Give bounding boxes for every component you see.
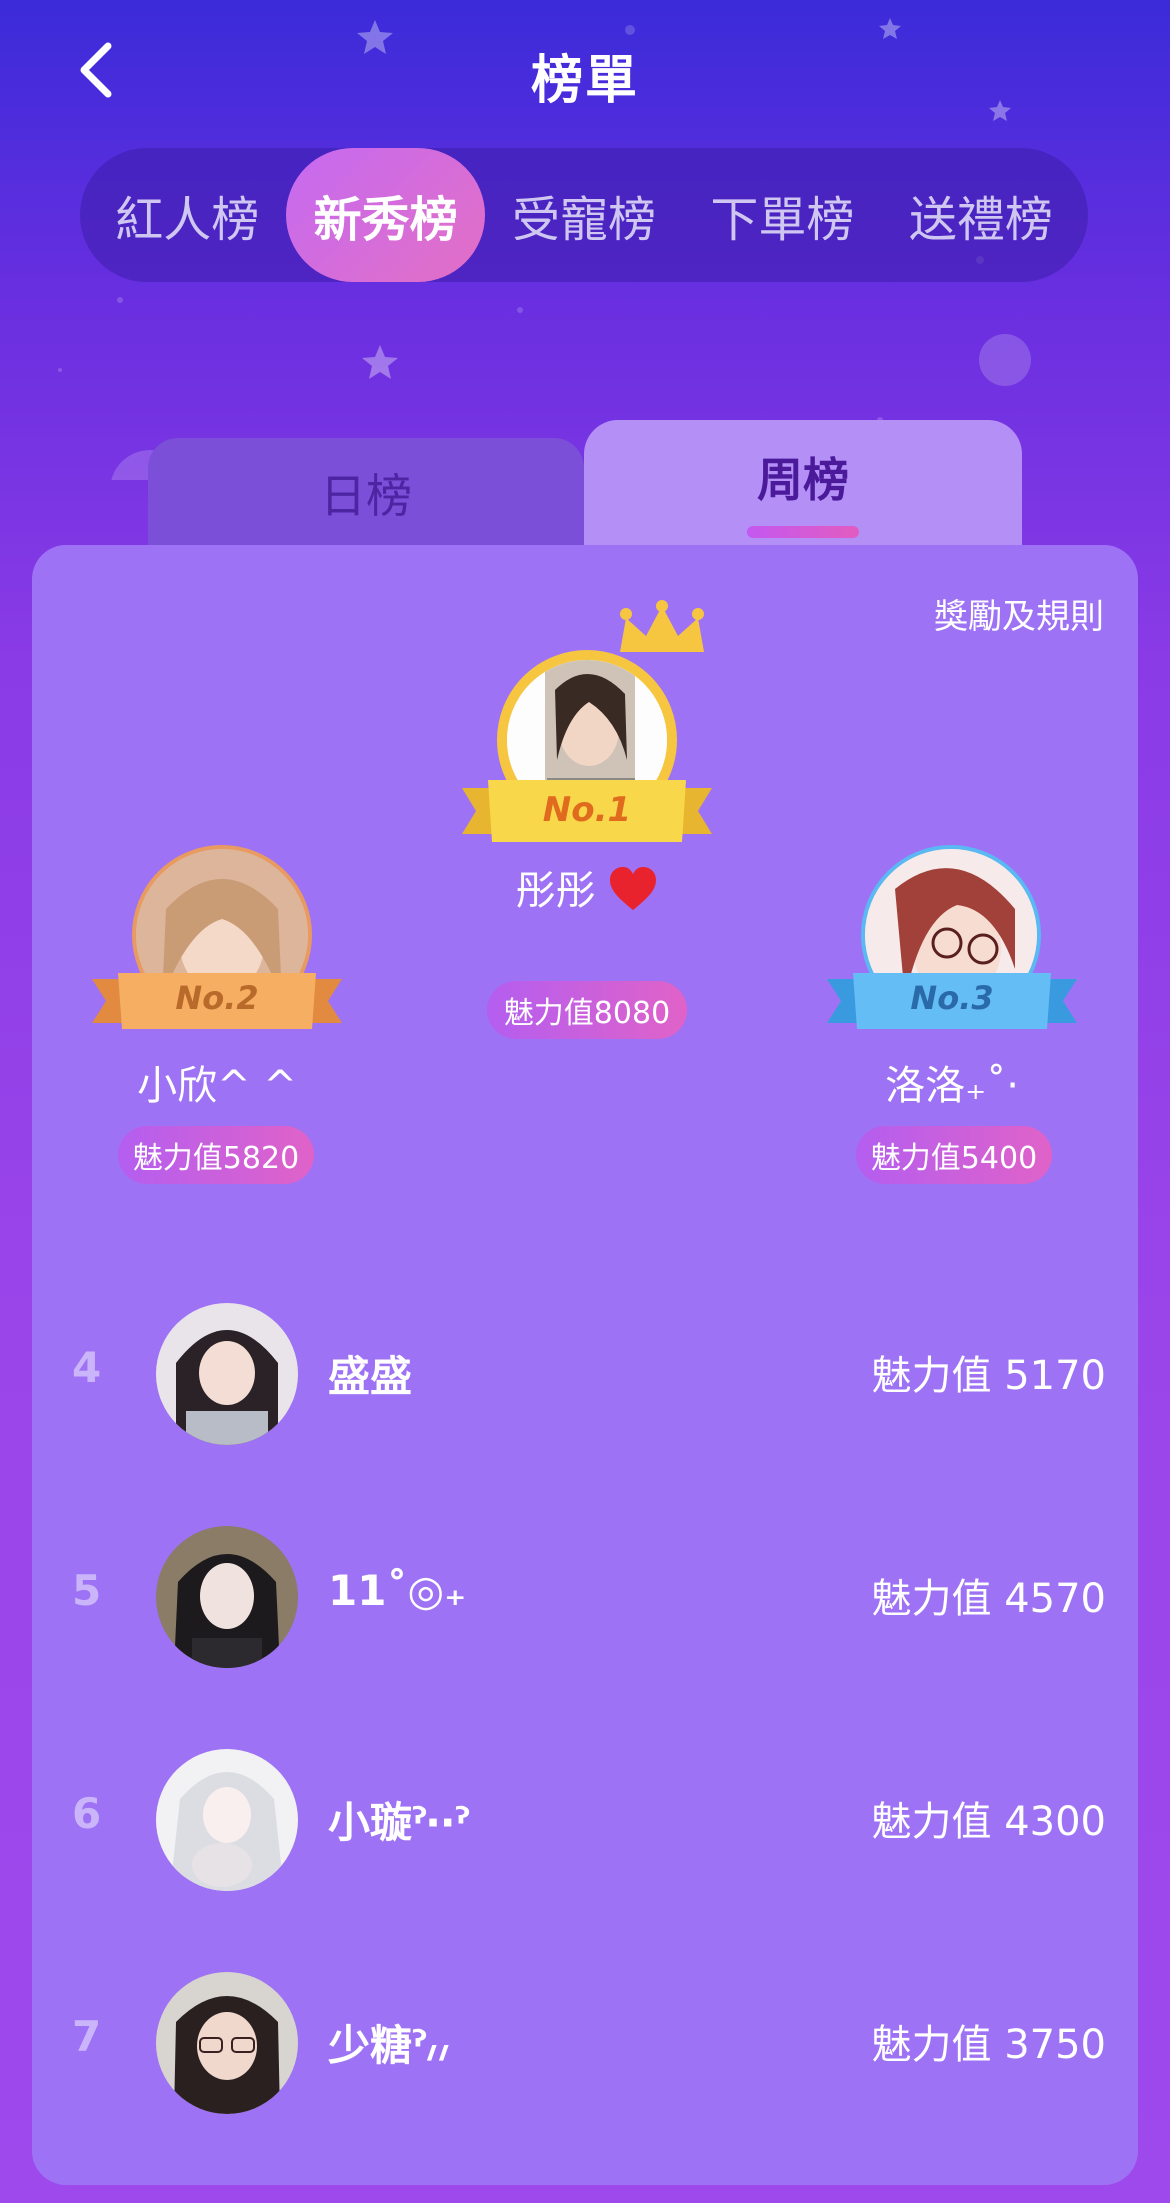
avatar xyxy=(156,1526,298,1668)
avatar xyxy=(156,1972,298,2114)
rank-badge: No.2 xyxy=(175,979,259,1017)
user-name: 小璇ˀ‧‧ˀ xyxy=(328,1798,469,1847)
charm-value-badge: 魅力值5400 xyxy=(856,1126,1052,1184)
rank-badge: No.3 xyxy=(910,979,994,1017)
rank-number: 4 xyxy=(72,1343,102,1392)
charm-value-badge: 魅力值8080 xyxy=(487,981,687,1039)
header-bar: 榜單 xyxy=(0,0,1170,140)
rank-number: 5 xyxy=(72,1566,102,1615)
avatar xyxy=(156,1303,298,1445)
rank-badge: No.1 xyxy=(542,790,632,830)
list-item[interactable]: 6 小璇ˀ‧‧ˀ 魅力值 4300 xyxy=(32,1745,1138,1895)
charm-value: 魅力值 3750 xyxy=(871,2022,1106,2068)
tab-influencer-rank[interactable]: 紅人榜 xyxy=(88,148,286,282)
tab-order-rank[interactable]: 下單榜 xyxy=(683,148,881,282)
list-item[interactable]: 5 11˚◎₊ 魅力值 4570 xyxy=(32,1522,1138,1672)
tab-daily[interactable]: 日榜 xyxy=(148,438,584,548)
charm-value-badge: 魅力值5820 xyxy=(118,1126,314,1184)
heart-icon xyxy=(610,867,657,910)
rewards-rules-link[interactable]: 獎勵及規則 xyxy=(934,589,1104,638)
tab-weekly-label: 周榜 xyxy=(757,453,849,507)
category-tabs: 紅人榜 新秀榜 受寵榜 下單榜 送禮榜 xyxy=(80,148,1088,282)
podium-third[interactable]: No.3 洛洛₊˚· xyxy=(827,845,1077,1125)
podium-second[interactable]: No.2 小欣^ ^ xyxy=(92,845,342,1125)
charm-value: 魅力值 5170 xyxy=(871,1353,1106,1399)
user-name: 少糖ˀ៸៸ xyxy=(328,2021,450,2070)
tab-gift-rank[interactable]: 送禮榜 xyxy=(882,148,1080,282)
tab-weekly[interactable]: 周榜 xyxy=(584,420,1022,548)
list-item[interactable]: 7 少糖ˀ៸៸ 魅力值 3750 xyxy=(32,1968,1138,2118)
crown-icon xyxy=(620,600,704,652)
tab-favored-rank[interactable]: 受寵榜 xyxy=(485,148,683,282)
rank-number: 7 xyxy=(72,2012,102,2061)
page-title: 榜單 xyxy=(530,51,639,111)
avatar xyxy=(156,1749,298,1891)
third-place-name: 洛洛₊˚· xyxy=(885,1063,1019,1109)
podium-first[interactable]: No.1 彤彤 xyxy=(462,600,712,920)
winner-name-text: 彤彤 xyxy=(515,868,596,914)
winner-name: 彤彤 xyxy=(422,858,752,916)
leaderboard-panel: 獎勵及規則 No.1 彤彤 魅力值8080 No.2 小欣^ ^ 魅力值5820… xyxy=(32,545,1138,2185)
list-item[interactable]: 4 盛盛 魅力值 5170 xyxy=(32,1299,1138,1449)
charm-value: 魅力值 4300 xyxy=(871,1799,1106,1845)
tab-daily-label: 日榜 xyxy=(320,469,412,523)
active-tab-indicator xyxy=(747,526,859,538)
user-name: 盛盛 xyxy=(328,1352,413,1401)
user-name: 11˚◎₊ xyxy=(328,1566,467,1615)
runner-up-name: 小欣^ ^ xyxy=(137,1063,297,1109)
tab-newcomer-rank[interactable]: 新秀榜 xyxy=(286,148,485,282)
rank-number: 6 xyxy=(72,1789,102,1838)
charm-value: 魅力值 4570 xyxy=(871,1576,1106,1622)
